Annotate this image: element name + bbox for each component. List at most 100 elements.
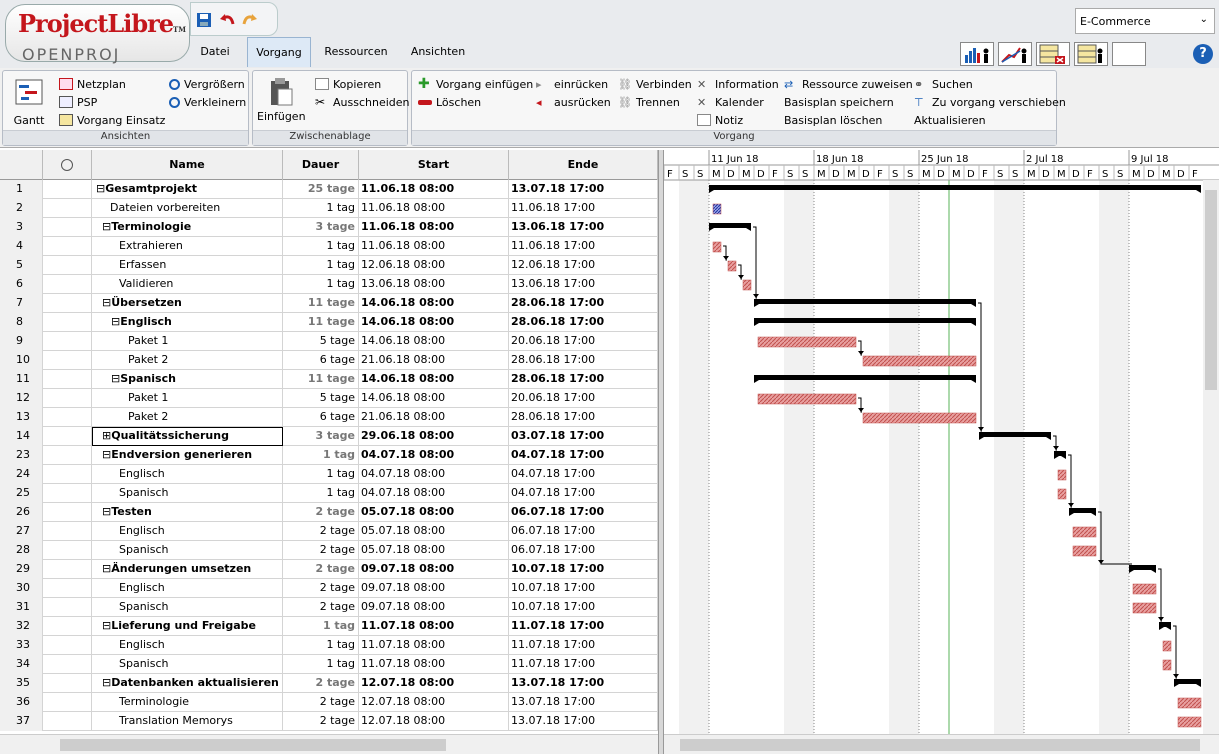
zoom-in-button[interactable]: Vergrößern [169,76,245,92]
task-name[interactable]: Validieren [92,275,283,294]
task-duration[interactable]: 2 tage [283,712,359,731]
note-button[interactable]: Notiz [697,112,743,128]
task-name[interactable]: Spanisch [92,541,283,560]
task-start[interactable]: 13.06.18 08:00 [359,275,509,294]
resource-usage-view-icon[interactable] [1074,42,1108,66]
table-row[interactable]: 9 Paket 1 5 tage 14.06.18 08:00 20.06.18 17:… [0,332,658,351]
collapse-icon[interactable]: ⊟ [102,220,111,233]
task-bar[interactable] [1177,716,1202,728]
task-bar[interactable] [1162,640,1172,652]
task-start[interactable]: 21.06.18 08:00 [359,408,509,427]
task-duration[interactable]: 6 tage [283,351,359,370]
collapse-icon[interactable]: ⊟ [102,562,111,575]
task-bar[interactable] [712,241,722,253]
table-row[interactable]: 6 Validieren 1 tag 13.06.18 08:00 13.06.18 1… [0,275,658,294]
collapse-icon[interactable]: ⊟ [102,448,111,461]
task-end[interactable]: 11.07.18 17:00 [509,617,658,636]
task-start[interactable]: 11.06.18 08:00 [359,199,509,218]
table-row[interactable]: 35 ⊟Datenbanken aktualisieren 2 tage 12.07.… [0,674,658,693]
task-usage-view-icon[interactable] [1036,42,1070,66]
task-end[interactable]: 10.07.18 17:00 [509,560,658,579]
task-end[interactable]: 20.06.18 17:00 [509,332,658,351]
help-icon[interactable]: ? [1193,44,1213,64]
collapse-icon[interactable]: ⊟ [96,182,105,195]
paste-button[interactable]: Einfügen [257,77,306,123]
tab-ansichten[interactable]: Ansichten [402,37,474,67]
undo-icon[interactable] [218,11,236,29]
task-duration[interactable]: 1 tag [283,256,359,275]
task-name[interactable]: Englisch [92,522,283,541]
task-bar[interactable] [1132,602,1157,614]
project-selector[interactable]: E-Commerce ⌄ [1075,8,1215,34]
task-end[interactable]: 04.07.18 17:00 [509,465,658,484]
task-start[interactable]: 04.07.18 08:00 [359,484,509,503]
table-row[interactable]: 24 Englisch 1 tag 04.07.18 08:00 04.07.18 17… [0,465,658,484]
task-start[interactable]: 29.06.18 08:00 [359,427,509,446]
task-duration[interactable]: 1 tag [283,237,359,256]
task-name[interactable]: ⊟Endversion generieren [92,446,283,465]
task-duration[interactable]: 2 tage [283,674,359,693]
task-end[interactable]: 13.07.18 17:00 [509,180,658,199]
task-start[interactable]: 14.06.18 08:00 [359,389,509,408]
collapse-icon[interactable]: ⊟ [102,296,111,309]
task-name[interactable]: ⊟Testen [92,503,283,522]
task-duration[interactable]: 2 tage [283,560,359,579]
task-start[interactable]: 09.07.18 08:00 [359,560,509,579]
task-name[interactable]: Extrahieren [92,237,283,256]
task-name[interactable]: Paket 1 [92,389,283,408]
task-duration[interactable]: 6 tage [283,408,359,427]
clear-baseline-button[interactable]: Basisplan löschen [784,112,882,128]
task-start[interactable]: 11.07.18 08:00 [359,655,509,674]
table-row[interactable]: 8 ⊟Englisch 11 tage 14.06.18 08:00 28.06.18 … [0,313,658,332]
table-row[interactable]: 7 ⊟Übersetzen 11 tage 14.06.18 08:00 28.06.1… [0,294,658,313]
table-row[interactable]: 26 ⊟Testen 2 tage 05.07.18 08:00 06.07.18 17… [0,503,658,522]
table-row[interactable]: 25 Spanisch 1 tag 04.07.18 08:00 04.07.18 17… [0,484,658,503]
vertical-scrollbar[interactable] [1203,180,1219,734]
task-bar[interactable] [712,203,722,215]
task-name[interactable]: Paket 1 [92,332,283,351]
task-duration[interactable]: 5 tage [283,389,359,408]
table-row[interactable]: 28 Spanisch 2 tage 05.07.18 08:00 06.07.18 1… [0,541,658,560]
task-start[interactable]: 09.07.18 08:00 [359,579,509,598]
task-bar[interactable] [1057,488,1067,500]
task-bar[interactable] [727,260,737,272]
collapse-icon[interactable]: ⊟ [102,619,111,632]
task-end[interactable]: 04.07.18 17:00 [509,484,658,503]
unlink-button[interactable]: ⛓ Trennen [618,94,680,110]
summary-bar[interactable] [754,299,976,304]
task-duration[interactable]: 11 tage [283,370,359,389]
task-start[interactable]: 12.07.18 08:00 [359,674,509,693]
table-row[interactable]: 13 Paket 2 6 tage 21.06.18 08:00 28.06.18 17… [0,408,658,427]
task-start[interactable]: 09.07.18 08:00 [359,598,509,617]
refresh-button[interactable]: Aktualisieren [914,112,986,128]
header-ende[interactable]: Ende [509,150,658,180]
task-bar[interactable] [1132,583,1157,595]
task-name[interactable]: ⊞Qualitätssicherung [92,427,283,446]
task-end[interactable]: 28.06.18 17:00 [509,408,658,427]
task-name[interactable]: ⊟Englisch [92,313,283,332]
header-dauer[interactable]: Dauer [283,150,359,180]
task-name[interactable]: Terminologie [92,693,283,712]
task-name[interactable]: Paket 2 [92,351,283,370]
table-row[interactable]: 29 ⊟Änderungen umsetzen 2 tage 09.07.18 08:… [0,560,658,579]
task-duration[interactable]: 1 tag [283,484,359,503]
task-duration[interactable]: 11 tage [283,294,359,313]
redo-icon[interactable] [241,11,259,29]
task-name[interactable]: ⊟Lieferung und Freigabe [92,617,283,636]
task-duration[interactable]: 2 tage [283,503,359,522]
task-duration[interactable]: 2 tage [283,522,359,541]
task-name[interactable]: Paket 2 [92,408,283,427]
task-duration[interactable]: 1 tag [283,655,359,674]
task-bar[interactable] [1177,697,1202,709]
task-start[interactable]: 11.06.18 08:00 [359,180,509,199]
collapse-icon[interactable]: ⊟ [102,505,111,518]
task-end[interactable]: 06.07.18 17:00 [509,522,658,541]
task-start[interactable]: 14.06.18 08:00 [359,370,509,389]
summary-bar[interactable] [979,432,1051,437]
header-name[interactable]: Name [92,150,283,180]
task-duration[interactable]: 25 tage [283,180,359,199]
task-duration[interactable]: 1 tag [283,446,359,465]
task-start[interactable]: 12.06.18 08:00 [359,256,509,275]
outdent-button[interactable]: ◂ ausrücken [536,94,611,110]
task-end[interactable]: 28.06.18 17:00 [509,294,658,313]
